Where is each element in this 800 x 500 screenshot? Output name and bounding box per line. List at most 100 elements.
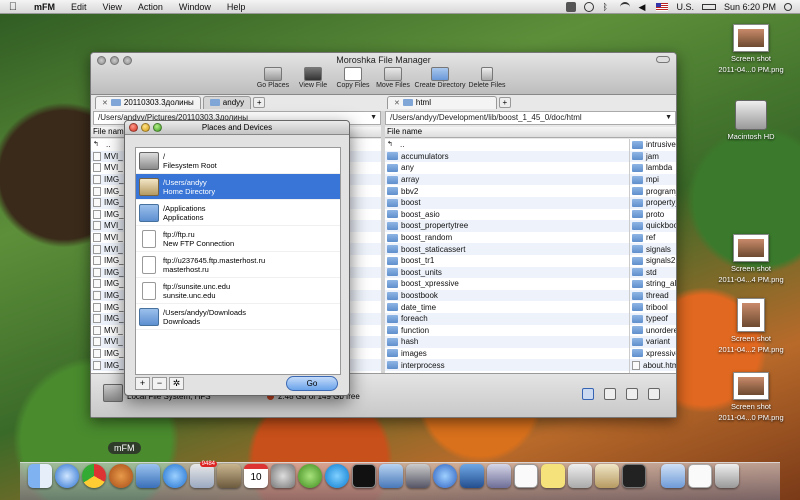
list-item[interactable]: interprocess [385, 359, 629, 371]
tab-left-pictures[interactable]: ✕ 20110303.3долины [95, 95, 201, 109]
mail-icon[interactable]: 9484 [190, 461, 217, 488]
list-item[interactable]: signals2 [630, 254, 676, 267]
list-item[interactable]: boost_staticassert [385, 243, 629, 255]
move-files-button[interactable]: Move Files [376, 67, 410, 89]
adium-icon[interactable] [298, 464, 322, 488]
list-item[interactable]: boost [385, 196, 629, 209]
script-editor-icon[interactable] [568, 464, 592, 488]
desktop-icon-macintosh-hd[interactable]: Macintosh HD [708, 100, 794, 141]
itunes-icon[interactable] [433, 464, 457, 488]
list-item[interactable]: ↰.. [385, 139, 629, 151]
instruments-icon[interactable] [406, 464, 430, 488]
remove-place-button[interactable]: − [152, 377, 167, 390]
desktop-icon-screenshot-3[interactable]: Screen shot 2011-04...2 PM.png [708, 298, 794, 354]
right-file-list-column-2[interactable]: intrusive jam lambda mpi program_o prope… [629, 139, 676, 373]
battery-icon[interactable] [701, 3, 716, 10]
chevron-down-icon[interactable]: ▼ [370, 112, 377, 124]
zoom-button[interactable] [153, 123, 162, 132]
new-tab-button[interactable]: + [253, 96, 266, 108]
copy-files-button[interactable]: Copy Files [336, 67, 370, 89]
list-item[interactable]: bbv2 [385, 185, 629, 197]
console-icon[interactable] [622, 464, 646, 488]
applications-folder-icon[interactable] [661, 464, 685, 488]
skype-icon[interactable] [325, 464, 349, 488]
app-menu[interactable]: mFM [26, 2, 63, 12]
list-item[interactable]: typeof [630, 312, 676, 325]
textmate-icon[interactable] [487, 464, 511, 488]
preview-view-icon[interactable] [648, 388, 660, 400]
safari-icon[interactable] [55, 464, 79, 488]
system-preferences-icon[interactable] [271, 464, 295, 488]
desktop-icon-screenshot-4[interactable]: Screen shot 2011-04...0 PM.png [708, 372, 794, 422]
stickies-icon[interactable] [541, 464, 565, 488]
list-item[interactable]: boost_random [385, 231, 629, 244]
chevron-down-icon[interactable]: ▼ [665, 112, 672, 124]
menu-help[interactable]: Help [219, 2, 254, 12]
preview-icon[interactable] [217, 464, 241, 488]
xcode-icon[interactable] [136, 464, 160, 488]
apple-menu-icon[interactable]:  [0, 1, 26, 13]
menu-view[interactable]: View [95, 2, 130, 12]
minimize-button[interactable] [141, 123, 150, 132]
dashcode-icon[interactable] [460, 464, 484, 488]
status-icon[interactable] [566, 1, 577, 12]
go-places-button[interactable]: Go Places [256, 67, 290, 89]
place-masterhost[interactable]: ftp://u237645.ftp.masterhost.ru masterhos… [136, 252, 340, 278]
right-file-list[interactable]: ↰.. accumulators any array bbv2 boost bo… [385, 139, 629, 373]
list-item[interactable]: mpi [630, 173, 676, 186]
spotlight-icon[interactable] [784, 2, 792, 11]
list-item[interactable]: boostbook [385, 289, 629, 302]
close-button[interactable] [129, 123, 138, 132]
desktop-icon-screenshot-2[interactable]: Screen shot 2011-04...4 PM.png [708, 234, 794, 284]
list-item[interactable]: boost_tr1 [385, 254, 629, 267]
menu-action[interactable]: Action [130, 2, 171, 12]
list-item[interactable]: proto [630, 208, 676, 221]
bluetooth-icon[interactable]: ᛒ [602, 2, 612, 12]
list-item[interactable]: string_alg [630, 278, 676, 290]
list-item[interactable]: property_t [630, 196, 676, 209]
textedit-icon[interactable] [514, 464, 538, 488]
chrome-icon[interactable] [82, 464, 106, 488]
list-item[interactable]: tribool [630, 301, 676, 313]
list-item[interactable]: foreach [385, 312, 629, 325]
info-view-icon[interactable] [604, 388, 616, 400]
go-button[interactable]: Go [286, 376, 338, 391]
wifi-icon[interactable] [620, 1, 631, 12]
list-item[interactable]: program_o [630, 185, 676, 197]
volume-icon[interactable]: ◀ [638, 2, 648, 12]
input-source-label[interactable]: U.S. [676, 2, 694, 12]
list-item[interactable]: images [385, 347, 629, 360]
place-home[interactable]: /Users/andyy Home Directory [136, 174, 340, 200]
list-item[interactable]: boost_units [385, 266, 629, 279]
list-item[interactable]: lambda [630, 162, 676, 174]
window-titlebar[interactable]: Moroshka File Manager Go Places View Fil… [91, 53, 676, 95]
list-item[interactable]: ref [630, 231, 676, 244]
list-item[interactable]: about.html [630, 359, 676, 371]
list-item[interactable]: function [385, 324, 629, 337]
place-ftp-ru[interactable]: ftp://ftp.ru New FTP Connection [136, 226, 340, 252]
close-tab-icon[interactable]: ✕ [394, 99, 400, 107]
place-downloads[interactable]: /Users/andyy/Downloads Downloads [136, 304, 340, 330]
grapher-icon[interactable] [595, 464, 619, 488]
list-item[interactable]: unordered [630, 324, 676, 337]
menu-window[interactable]: Window [171, 2, 219, 12]
dialog-titlebar[interactable]: Places and Devices [125, 121, 349, 135]
timemachine-icon[interactable] [584, 1, 595, 12]
trash-icon[interactable] [715, 464, 739, 488]
right-path-field[interactable]: /Users/andyy/Development/lib/boost_1_45_… [385, 111, 676, 125]
settings-gear-button[interactable]: ✲ [169, 377, 184, 390]
list-item[interactable]: intrusive [630, 139, 676, 151]
desktop-icon-screenshot-1[interactable]: Screen shot 2011-04...0 PM.png [708, 24, 794, 74]
quick-view-icon[interactable] [626, 388, 638, 400]
list-item[interactable]: signals [630, 243, 676, 255]
place-sunsite[interactable]: ftp://sunsite.unc.edu sunsite.unc.edu [136, 278, 340, 304]
list-item[interactable]: quickbook [630, 220, 676, 232]
list-item[interactable]: accumulators [385, 150, 629, 163]
right-column-header[interactable]: File name [385, 127, 676, 138]
xcode-tools-icon[interactable] [379, 464, 403, 488]
list-item[interactable]: std [630, 266, 676, 279]
view-file-button[interactable]: View File [296, 67, 330, 89]
mfm-app-icon[interactable] [109, 464, 133, 488]
create-directory-button[interactable]: Create Directory [415, 67, 465, 89]
list-item[interactable]: variant [630, 336, 676, 348]
